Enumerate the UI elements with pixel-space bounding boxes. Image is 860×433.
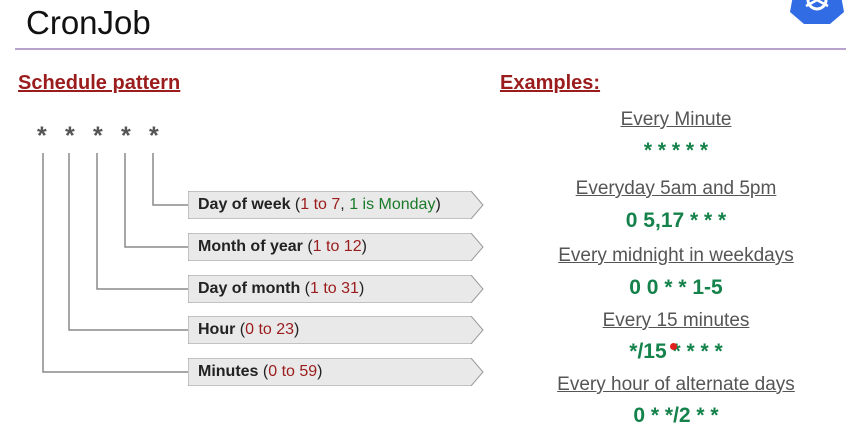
pointer-dot (670, 343, 677, 350)
example-title: Every 15 minutes (602, 310, 750, 331)
example-title: Every hour of alternate days (557, 374, 795, 395)
connector-day-of-month (96, 153, 188, 290)
example-expression: 0 0 * * 1-5 (629, 276, 723, 299)
field-hour: Hour (0 to 23) (188, 316, 484, 344)
field-range: 0 to 23 (245, 321, 295, 338)
connector-day-of-week (152, 153, 188, 206)
example-title: Every Minute (620, 109, 732, 130)
field-name: Day of week (198, 196, 291, 213)
field-name: Hour (198, 321, 236, 338)
example-title: Every midnight in weekdays (558, 245, 794, 266)
connector-hour (68, 153, 188, 331)
field-range: 1 to 7 (300, 196, 341, 213)
field-range: 1 to 31 (310, 280, 359, 297)
field-range: 0 to 59 (268, 363, 318, 380)
example-expression: 0 * */2 * * (633, 404, 719, 427)
field-minutes: Minutes (0 to 59) (188, 358, 484, 386)
connector-minutes (42, 153, 188, 373)
field-day-of-week: Day of week (1 to 7, 1 is Monday) (188, 191, 484, 219)
example-title: Everyday 5am and 5pm (575, 178, 777, 199)
field-range: 1 to 12 (312, 238, 362, 255)
field-note: 1 is Monday (349, 196, 436, 213)
example-expression: 0 5,17 * * * (625, 209, 727, 232)
field-day-of-month: Day of month (1 to 31) (188, 275, 484, 303)
field-name: Month of year (198, 238, 303, 255)
connector-month (124, 153, 188, 248)
field-name: Day of month (198, 280, 301, 297)
field-month-of-year: Month of year (1 to 12) (188, 233, 484, 261)
field-name: Minutes (198, 363, 259, 380)
example-expression: * * * * * (643, 139, 709, 162)
